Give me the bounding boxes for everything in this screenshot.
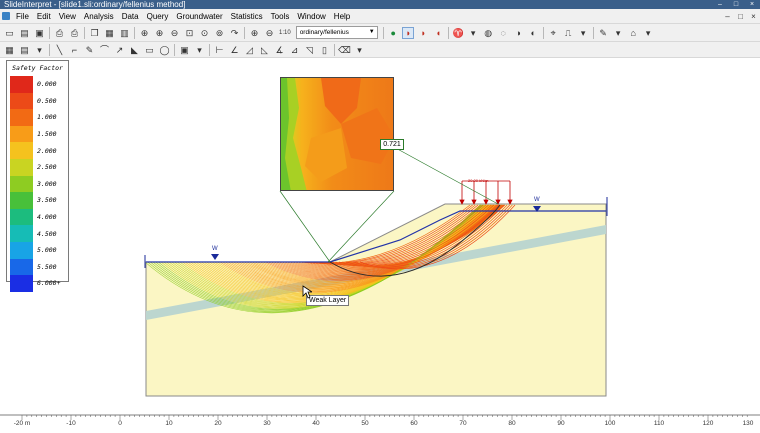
- legend-entry: 1.500: [10, 125, 68, 143]
- distributed-load-label: 20.00 kN/m: [468, 178, 489, 183]
- minimum-safety-factor-label[interactable]: 0.721: [380, 139, 404, 150]
- axis-tick-label: -20 m: [13, 420, 31, 427]
- axis-tick-label: -10: [66, 420, 76, 427]
- legend-value: 6.000+: [37, 279, 61, 288]
- legend-entry: 5.000: [10, 241, 68, 259]
- water-table-label-left: W: [212, 246, 218, 252]
- legend-swatch: [10, 125, 33, 143]
- legend-value: 5.500: [37, 262, 57, 271]
- legend-swatch: [10, 208, 33, 226]
- legend-swatch: [10, 241, 33, 259]
- legend-swatch: [10, 158, 33, 176]
- legend-swatch: [10, 142, 33, 159]
- legend-value: 2.500: [37, 163, 57, 172]
- legend-value: 4.000: [37, 213, 57, 222]
- legend-swatch: [10, 76, 33, 93]
- axis-tick-label: 70: [459, 420, 467, 427]
- legend-entry: 3.000: [10, 175, 68, 193]
- axis-tick-label: 130: [742, 420, 754, 427]
- contour-plot: [281, 78, 393, 190]
- safety-factor-legend: Safety Factor 0.000 0.500 1.000 1.500 2.…: [6, 60, 69, 292]
- axis-tick-label: 90: [557, 420, 565, 427]
- axis-tick-label: 10: [165, 420, 173, 427]
- legend-entry: 4.000: [10, 208, 68, 226]
- legend-entry: 0.500: [10, 92, 68, 110]
- legend-value: 2.000: [37, 146, 57, 155]
- legend-entry: 4.500: [10, 225, 68, 242]
- legend-entry: 3.500: [10, 192, 68, 209]
- legend-entry: 2.500: [10, 158, 68, 176]
- legend-value: 1.500: [37, 130, 57, 139]
- legend-title: Safety Factor: [12, 64, 63, 72]
- axis-tick-label: 80: [508, 420, 516, 427]
- axis-tick-label: 40: [312, 420, 320, 427]
- legend-entries: 0.000 0.500 1.000 1.500 2.000 2.500 3.00…: [10, 76, 68, 292]
- legend-entry: 6.000+: [10, 275, 68, 292]
- horizontal-axis: -20 m -10 0 10 20 30 40 50 60 70 80 90 1…: [0, 412, 760, 433]
- legend-value: 5.000: [37, 246, 57, 255]
- axis-tick-label: 120: [702, 420, 714, 427]
- water-table-marker-left: [211, 254, 219, 260]
- legend-swatch: [10, 175, 33, 193]
- legend-entry: 1.000: [10, 109, 68, 126]
- axis-tick-label: 20: [214, 420, 222, 427]
- legend-entry: 0.000: [10, 76, 68, 93]
- axis-tick-label: 110: [653, 420, 665, 427]
- legend-swatch: [10, 92, 33, 110]
- legend-swatch: [10, 275, 33, 292]
- legend-value: 3.000: [37, 179, 57, 188]
- axis-tick-label: 100: [604, 420, 616, 427]
- slide-interpret-window: SlideInterpret - [slide1.sli:ordinary/fe…: [0, 0, 760, 433]
- model-drawing[interactable]: [0, 0, 760, 433]
- axis-line: [0, 414, 760, 420]
- legend-value: 0.500: [37, 96, 57, 105]
- legend-swatch: [10, 225, 33, 242]
- legend-entry: 2.000: [10, 142, 68, 159]
- legend-swatch: [10, 109, 33, 126]
- legend-value: 0.000: [37, 80, 57, 89]
- legend-value: 3.500: [37, 196, 57, 205]
- legend-value: 1.000: [37, 113, 57, 122]
- axis-ticks: [21, 415, 748, 420]
- weak-layer-tooltip: Weak Layer: [306, 295, 350, 306]
- axis-tick-label: 0: [118, 420, 122, 427]
- water-table-label-right: W: [534, 197, 540, 203]
- safety-factor-contour-inset: [280, 77, 394, 191]
- axis-tick-label: 50: [361, 420, 369, 427]
- mouse-cursor-icon: [302, 285, 312, 299]
- legend-entry: 5.500: [10, 258, 68, 276]
- axis-tick-label: 30: [263, 420, 271, 427]
- legend-value: 4.500: [37, 229, 57, 238]
- axis-tick-label: 60: [410, 420, 418, 427]
- legend-swatch: [10, 192, 33, 209]
- legend-swatch: [10, 258, 33, 276]
- distributed-load: [459, 180, 513, 205]
